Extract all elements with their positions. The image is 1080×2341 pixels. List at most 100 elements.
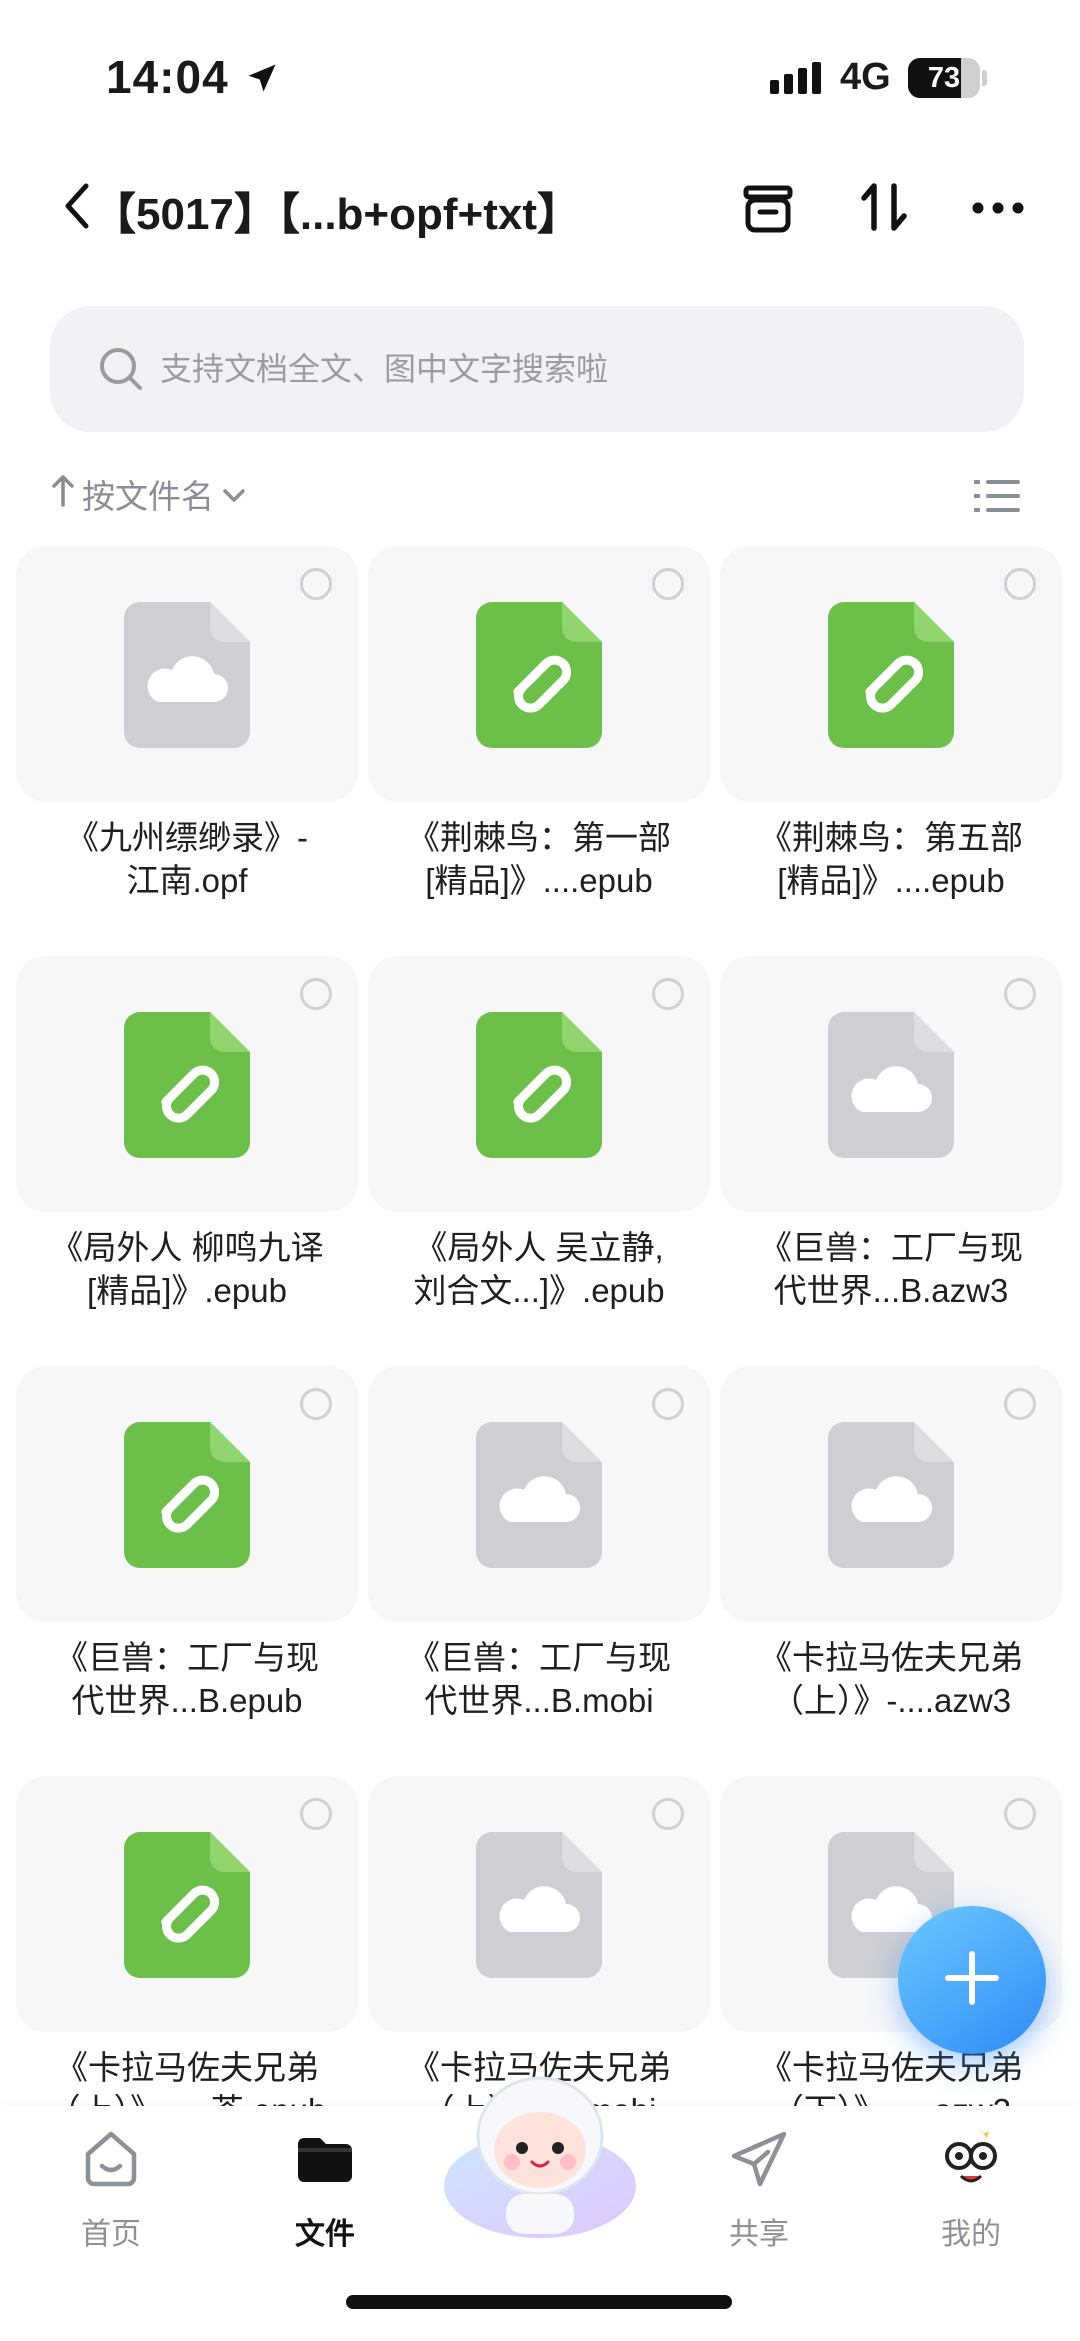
header: 【5017】【...b+opf+txt】 (0, 150, 1080, 270)
sort-order-icon[interactable] (852, 176, 916, 240)
select-radio[interactable] (652, 568, 684, 600)
home-icon (76, 2124, 146, 2199)
file-item[interactable]: 《局外人 柳鸣九译 [精品]》.epub (16, 956, 358, 1356)
tab-label: 共享 (729, 2218, 789, 2251)
epub-icon (124, 1422, 250, 1568)
file-item[interactable]: 《荆棘鸟：第五部 [精品]》....epub (720, 546, 1062, 946)
file-item[interactable]: 《巨兽：工厂与现 代世界...B.mobi (368, 1366, 710, 1766)
paper-plane-icon (724, 2124, 794, 2199)
select-radio[interactable] (300, 1388, 332, 1420)
file-thumbnail[interactable] (16, 1776, 358, 2032)
file-name-line1: 《巨兽：工厂与现 (407, 1639, 671, 1676)
epub-icon (124, 1012, 250, 1158)
select-radio[interactable] (652, 978, 684, 1010)
file-name: 《卡拉马佐夫兄弟 （上）》-....荃.epub (16, 2046, 358, 2106)
cloud-file-icon (476, 1422, 602, 1568)
file-name-line2: [精品]》....epub (425, 862, 653, 899)
arrow-up-icon (50, 473, 76, 515)
file-name: 《卡拉马佐夫兄弟 （上）》-....azw3 (720, 1636, 1062, 1722)
tab-label: 文件 (295, 2218, 355, 2251)
file-name-line2: 刘合文...]》.epub (413, 1272, 665, 1309)
select-radio[interactable] (1004, 568, 1036, 600)
search-bar[interactable] (50, 306, 1024, 432)
file-name: 《荆棘鸟：第五部 [精品]》....epub (720, 816, 1062, 902)
file-thumbnail[interactable] (720, 1366, 1062, 1622)
file-name: 《局外人 吴立静, 刘合文...]》.epub (368, 1226, 710, 1312)
battery-icon: 73 (908, 58, 980, 98)
page-title: 【5017】【...b+opf+txt】 (92, 190, 582, 239)
file-name-line1: 《九州缥缈录》- (66, 819, 308, 856)
file-name-line2: 代世界...B.mobi (424, 1682, 654, 1719)
home-indicator (346, 2295, 732, 2309)
select-radio[interactable] (300, 978, 332, 1010)
tab-share[interactable]: 共享 (684, 2124, 834, 2264)
file-name-line1: 《卡拉马佐夫兄弟 (55, 2049, 319, 2086)
file-name-line1: 《卡拉马佐夫兄弟 (759, 1639, 1023, 1676)
file-item[interactable]: 《荆棘鸟：第一部 [精品]》....epub (368, 546, 710, 946)
cellular-signal-icon (770, 62, 821, 94)
file-name-line2: 代世界...B.epub (71, 1682, 303, 1719)
file-name-line1: 《卡拉马佐夫兄弟 (759, 2049, 1023, 2086)
archive-box-icon[interactable] (736, 176, 800, 240)
file-name: 《巨兽：工厂与现 代世界...B.epub (16, 1636, 358, 1722)
select-radio[interactable] (1004, 1388, 1036, 1420)
file-item[interactable]: 《九州缥缈录》- 江南.opf (16, 546, 358, 946)
file-thumbnail[interactable] (720, 546, 1062, 802)
select-radio[interactable] (1004, 1798, 1036, 1830)
file-item[interactable]: 《卡拉马佐夫兄弟 （上）》-....荃.epub (16, 1776, 358, 2106)
file-thumbnail[interactable] (720, 956, 1062, 1212)
file-name-line1: 《巨兽：工厂与现 (55, 1639, 319, 1676)
add-button[interactable] (898, 1906, 1046, 2054)
file-name-line2: （上）》-....荃.epub (16, 2089, 358, 2106)
folder-icon (290, 2124, 360, 2199)
file-name: 《局外人 柳鸣九译 [精品]》.epub (16, 1226, 358, 1312)
select-radio[interactable] (652, 1798, 684, 1830)
search-input[interactable] (160, 306, 980, 432)
battery-tip (982, 70, 987, 86)
file-name-line1: 《局外人 柳鸣九译 (50, 1229, 324, 1266)
file-thumbnail[interactable] (16, 1366, 358, 1622)
mascot-icon[interactable] (440, 2066, 640, 2246)
network-type: 4G (840, 56, 891, 98)
file-name-line2: [精品]》.epub (87, 1272, 287, 1309)
tab-home[interactable]: 首页 (36, 2124, 186, 2264)
select-radio[interactable] (300, 568, 332, 600)
file-thumbnail[interactable] (16, 546, 358, 802)
status-time: 14:04 (106, 51, 229, 103)
file-name-line1: 《荆棘鸟：第一部 (407, 819, 671, 856)
file-name: 《巨兽：工厂与现 代世界...B.azw3 (720, 1226, 1062, 1312)
tab-label: 首页 (81, 2218, 141, 2251)
file-name-line2: （上）》-....azw3 (770, 1682, 1012, 1719)
tab-label: 我的 (941, 2218, 1001, 2251)
select-radio[interactable] (300, 1798, 332, 1830)
status-bar: 14:04 4G 73 (0, 0, 1080, 150)
file-name: 《巨兽：工厂与现 代世界...B.mobi (368, 1636, 710, 1722)
plus-icon (942, 1948, 1002, 2013)
file-item[interactable]: 《局外人 吴立静, 刘合文...]》.epub (368, 956, 710, 1356)
file-name-line2: 江南.opf (126, 862, 248, 899)
chevron-down-icon (220, 475, 248, 513)
file-thumbnail[interactable] (368, 546, 710, 802)
file-thumbnail[interactable] (368, 1776, 710, 2032)
tab-profile[interactable]: 我的 (896, 2124, 1046, 2264)
select-radio[interactable] (652, 1388, 684, 1420)
file-item[interactable]: 《巨兽：工厂与现 代世界...B.azw3 (720, 956, 1062, 1356)
location-arrow-icon (244, 60, 280, 101)
file-item[interactable]: 《卡拉马佐夫兄弟（上）》-....mobi (368, 1776, 710, 2106)
file-name: 《卡拉马佐夫兄弟 （下）》-....azw3 (720, 2046, 1062, 2106)
tab-files[interactable]: 文件 (250, 2124, 400, 2264)
more-options-icon[interactable] (966, 176, 1030, 240)
file-name: 《九州缥缈录》- 江南.opf (16, 816, 358, 902)
file-thumbnail[interactable] (368, 956, 710, 1212)
select-radio[interactable] (1004, 978, 1036, 1010)
file-name-line1: 《巨兽：工厂与现 (759, 1229, 1023, 1266)
file-name-line1: 《荆棘鸟：第五部 (759, 819, 1023, 856)
file-thumbnail[interactable] (16, 956, 358, 1212)
file-item[interactable]: 《卡拉马佐夫兄弟 （上）》-....azw3 (720, 1366, 1062, 1766)
sort-by-filename-button[interactable]: 按文件名 (50, 470, 248, 518)
list-view-icon[interactable] (974, 476, 1020, 516)
search-icon (98, 346, 146, 399)
file-thumbnail[interactable] (368, 1366, 710, 1622)
file-item[interactable]: 《巨兽：工厂与现 代世界...B.epub (16, 1366, 358, 1766)
cloud-file-icon (828, 1422, 954, 1568)
